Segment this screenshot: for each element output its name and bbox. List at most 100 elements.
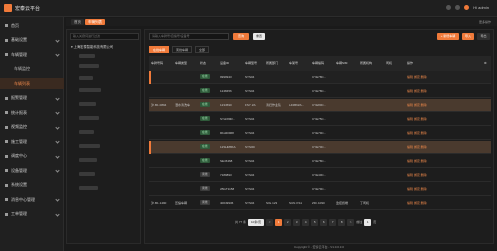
sidebar-item[interactable]: 调度中心: [0, 151, 64, 162]
sidebar-item[interactable]: 车辆列表: [0, 78, 64, 89]
settings-icon[interactable]: ⚙: [484, 61, 487, 65]
page-button[interactable]: >: [347, 218, 355, 226]
column-header[interactable]: 车牌号码: [151, 61, 163, 65]
table-cell: 12SHM8KA: [220, 145, 236, 149]
tree-node[interactable]: [79, 144, 100, 148]
query-button[interactable]: 查询: [233, 33, 249, 40]
page-button[interactable]: 5: [311, 218, 319, 226]
bell-icon[interactable]: [455, 5, 461, 10]
tree-node[interactable]: [79, 172, 95, 176]
table-row[interactable]: 在线 9999943 SYS04 CYE78C... 编辑 绑定 删除: [149, 71, 491, 84]
table-row[interactable]: 在线 Rbd40968 SYS04 CYE79C... 编辑 绑定 删除: [149, 127, 491, 140]
row-actions[interactable]: 编辑 绑定 删除: [407, 145, 427, 149]
tree-node[interactable]: [79, 186, 98, 190]
sidebar-item[interactable]: 系统设置: [0, 180, 64, 191]
table-row[interactable]: 沪·B1·0894 洒水清洗车 在线 1234590 FSY·ZA 清扫作业队 LZ2B6Z…: [149, 99, 491, 112]
tab-vehicle-list[interactable]: 车辆列表: [85, 19, 105, 25]
status-badge: 在线: [200, 74, 210, 79]
sidebar-item[interactable]: 车辆管理: [0, 49, 64, 60]
column-header[interactable]: 车辆类型: [175, 61, 187, 65]
table-cell: CYE79C...: [312, 187, 327, 191]
sidebar-item[interactable]: 车辆监控: [0, 64, 64, 75]
user-name[interactable]: Hi admin: [473, 5, 489, 10]
table-row[interactable]: 在线 SYsh89R... SYS04 CYE75C... 编辑 绑定 删除: [149, 113, 491, 126]
row-actions[interactable]: 编辑 绑定 删除: [407, 117, 427, 121]
tree-node[interactable]: [79, 76, 93, 80]
column-header[interactable]: 所属机构: [360, 61, 372, 65]
table-cell: SYS04: [245, 75, 255, 79]
vehicle-search-input[interactable]: 请输入车牌号/自编号/设备号: [149, 33, 229, 40]
page-button[interactable]: 4: [302, 218, 310, 226]
column-header[interactable]: 操作: [407, 61, 413, 65]
row-actions[interactable]: 编辑 绑定 删除: [407, 159, 427, 163]
status-badge: 在线: [200, 144, 210, 149]
export-button[interactable]: 导出: [477, 33, 490, 40]
sidebar-item[interactable]: 施工管理: [0, 136, 64, 147]
row-actions[interactable]: 编辑 绑定 删除: [407, 173, 427, 177]
import-button[interactable]: 导入: [462, 33, 474, 40]
tree-node[interactable]: [79, 54, 95, 58]
column-header[interactable]: 车辆型号: [245, 61, 257, 65]
sidebar-item[interactable]: 消息中心管理: [0, 194, 64, 205]
tree-node[interactable]: [79, 116, 99, 120]
row-actions[interactable]: 编辑 绑定 删除: [407, 201, 427, 205]
sidebar-item[interactable]: 首页: [0, 20, 64, 31]
column-header[interactable]: 车辆SIM: [336, 61, 347, 65]
tab-tools[interactable]: 更多操作: [479, 20, 491, 24]
table-cell: 1234590: [220, 103, 232, 107]
reset-button[interactable]: 重置: [253, 33, 265, 40]
page-button[interactable]: 7: [329, 218, 337, 226]
table-row[interactable]: 在线 SEn5468 SYS04 CYE78C... 编辑 绑定 删除: [149, 155, 491, 168]
page-button[interactable]: <: [266, 218, 274, 226]
page-button[interactable]: 8: [338, 218, 346, 226]
menu-icon: [5, 111, 8, 114]
column-header[interactable]: 状态: [200, 61, 206, 65]
page-button[interactable]: 1: [275, 218, 283, 226]
sidebar-item[interactable]: 报警管理: [0, 93, 64, 104]
column-header[interactable]: 司机: [386, 61, 392, 65]
menu-icon: [5, 24, 8, 27]
pagination: 共 77 条 10条/页 <1 2 3 4 5 6 7 8 > 前往 1 页: [235, 218, 376, 226]
tree-node[interactable]: [79, 88, 101, 92]
table-row[interactable]: 在线 1248456 SYS04 CYE78C... 编辑 绑定 删除: [149, 85, 491, 98]
sidebar-item[interactable]: 工单管理: [0, 209, 64, 220]
page-button[interactable]: 3: [293, 218, 301, 226]
fullscreen-icon[interactable]: [446, 5, 452, 10]
subtab-online[interactable]: 在线车辆: [149, 46, 170, 53]
tree-node[interactable]: [79, 64, 99, 68]
tree-node[interactable]: [79, 102, 96, 106]
row-actions[interactable]: 编辑 绑定 删除: [407, 103, 427, 107]
table-cell: SEn5468: [220, 159, 233, 163]
page-button[interactable]: 6: [320, 218, 328, 226]
table-row[interactable]: 离线 zBGT1158 SYS04 CYE79C... 编辑 绑定 删除: [149, 183, 491, 196]
tree-root-node[interactable]: ▾ 上海宏泰智能科技有限公司: [71, 44, 113, 49]
tree-node[interactable]: [79, 158, 97, 162]
goto-input[interactable]: 1: [364, 218, 372, 226]
table-row[interactable]: 沪·B1·1490 压缩车辆 离线 40049936 SYS04 SIG·123 SUN·K…: [149, 197, 491, 210]
tree-node[interactable]: [79, 130, 94, 134]
table-row[interactable]: 在线 12SHM8KA SYS0D CYE70C... 编辑 绑定 删除: [149, 141, 491, 154]
tab-home[interactable]: 首页: [71, 19, 84, 25]
column-header[interactable]: 所属部门: [266, 61, 278, 65]
row-actions[interactable]: 编辑 绑定 删除: [407, 89, 427, 93]
column-header[interactable]: 车架号: [289, 61, 298, 65]
tree-search-input[interactable]: 输入关键词进行过滤: [70, 33, 139, 40]
sidebar-item[interactable]: 统计报表: [0, 107, 64, 118]
sidebar-item[interactable]: 基础设置: [0, 35, 64, 46]
page-button[interactable]: 2: [284, 218, 292, 226]
page-size-select[interactable]: 10条/页: [248, 218, 265, 226]
subtab-all[interactable]: 全部: [195, 46, 210, 53]
sidebar-item[interactable]: 设备管理: [0, 165, 64, 176]
row-actions[interactable]: 编辑 绑定 删除: [407, 131, 427, 135]
column-header[interactable]: 设备ID: [220, 61, 229, 65]
column-header[interactable]: 车辆编码: [312, 61, 324, 65]
table-cell: SYS04: [245, 89, 255, 93]
avatar[interactable]: [464, 5, 470, 10]
add-vehicle-button[interactable]: + 新增车辆: [437, 33, 459, 40]
sidebar-item-label: 视频监控: [11, 124, 27, 129]
sidebar-item[interactable]: 视频监控: [0, 122, 64, 133]
row-actions[interactable]: 编辑 绑定 删除: [407, 75, 427, 79]
table-row[interactable]: 离线 7189893 SYS04 CYE40C... 编辑 绑定 删除: [149, 169, 491, 182]
subtab-offline[interactable]: 离线车辆: [172, 46, 193, 53]
row-actions[interactable]: 编辑 绑定 删除: [407, 187, 427, 191]
